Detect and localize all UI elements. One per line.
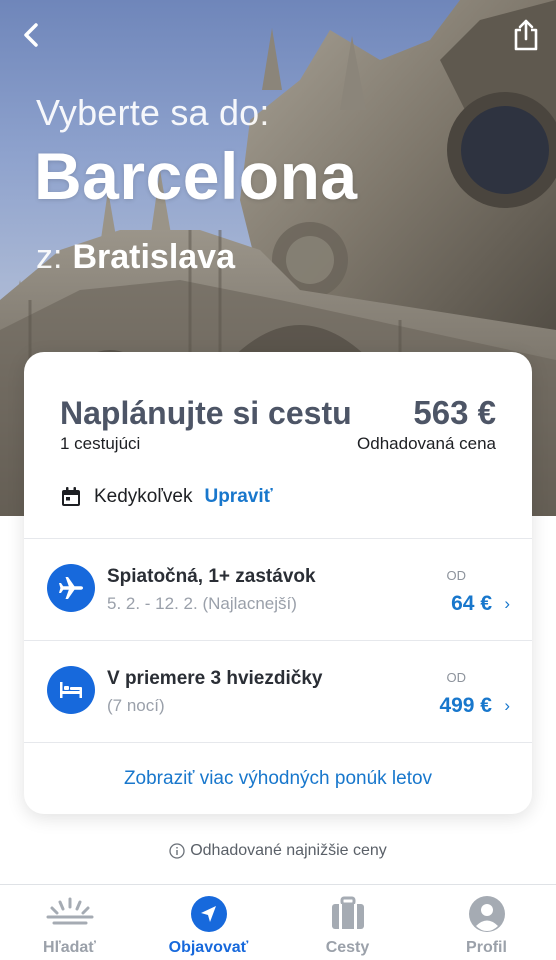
compass-icon: [190, 896, 227, 932]
person-icon: [468, 896, 505, 932]
flight-offer-row[interactable]: Spiatočná, 1+ zastávok 5. 2. - 12. 2. (N…: [24, 538, 532, 640]
flight-offer-dates: 5. 2. - 12. 2. (Najlacnejší): [107, 594, 297, 613]
tab-search[interactable]: Hľadať: [0, 885, 139, 960]
hotel-price: 499 €: [439, 694, 492, 717]
date-value: Kedykoľvek: [94, 486, 193, 507]
calendar-icon: [62, 487, 80, 506]
app-root: Vyberte sa do: Barcelona z: Bratislava N…: [0, 0, 556, 960]
hotel-badge: [47, 666, 95, 714]
flight-price: 64 €: [451, 592, 492, 615]
travelers-count: 1 cestujúci: [60, 434, 141, 453]
hotel-offer-nights: (7 nocí): [107, 696, 165, 715]
tab-explore[interactable]: Objavovať: [139, 885, 278, 960]
bottom-tab-bar: Hľadať Objavovať Cesty Profil: [0, 884, 556, 960]
more-deals-link[interactable]: Zobraziť viac výhodných ponúk letov: [24, 768, 532, 790]
plan-header: Naplánujte si cestu 563 € 1 cestujúci Od…: [60, 394, 496, 454]
price-caption: Odhadovaná cena: [357, 434, 496, 453]
date-row: Kedykoľvek Upraviť: [60, 486, 273, 508]
price-note: Odhadované najnižšie ceny: [0, 842, 556, 860]
edit-date-link[interactable]: Upraviť: [204, 486, 272, 508]
origin-city[interactable]: Bratislava: [72, 238, 235, 277]
tab-search-label: Hľadať: [43, 939, 96, 956]
back-button[interactable]: [14, 18, 48, 52]
chevron-right-icon: ›: [504, 696, 510, 715]
estimated-price: 563 €: [413, 394, 496, 431]
plan-title: Naplánujte si cestu: [60, 395, 352, 431]
tab-explore-label: Objavovať: [168, 939, 249, 956]
info-icon: [169, 843, 185, 859]
destination-title: Barcelona: [34, 139, 358, 213]
airplane-icon: [59, 577, 83, 599]
flight-from-label: OD: [446, 568, 467, 583]
trip-plan-card: Naplánujte si cestu 563 € 1 cestujúci Od…: [24, 352, 532, 814]
tab-trips[interactable]: Cesty: [278, 885, 417, 960]
tab-profile-label: Profil: [466, 939, 507, 956]
tab-trips-label: Cesty: [325, 939, 370, 956]
bed-icon: [60, 682, 82, 698]
hero-prefix: Vyberte sa do:: [36, 92, 270, 133]
share-icon: [514, 19, 538, 51]
sunrise-icon: [46, 897, 93, 925]
share-button[interactable]: [508, 16, 544, 54]
chevron-right-icon: ›: [504, 594, 510, 613]
origin-line: z: Bratislava: [36, 238, 235, 277]
hotel-offer-row[interactable]: V priemere 3 hviezdičky (7 nocí) OD 499 …: [24, 640, 532, 742]
divider: [24, 742, 532, 743]
tab-profile[interactable]: Profil: [417, 885, 556, 960]
chevron-left-icon: [24, 23, 38, 47]
flight-badge: [47, 564, 95, 612]
price-note-text: Odhadované najnižšie ceny: [190, 842, 387, 859]
hotel-offer-title: V priemere 3 hviezdičky: [107, 668, 323, 689]
flight-offer-title: Spiatočná, 1+ zastávok: [107, 566, 316, 587]
origin-prefix: z:: [36, 238, 63, 276]
suitcase-icon: [331, 896, 364, 929]
hotel-from-label: OD: [446, 670, 467, 685]
